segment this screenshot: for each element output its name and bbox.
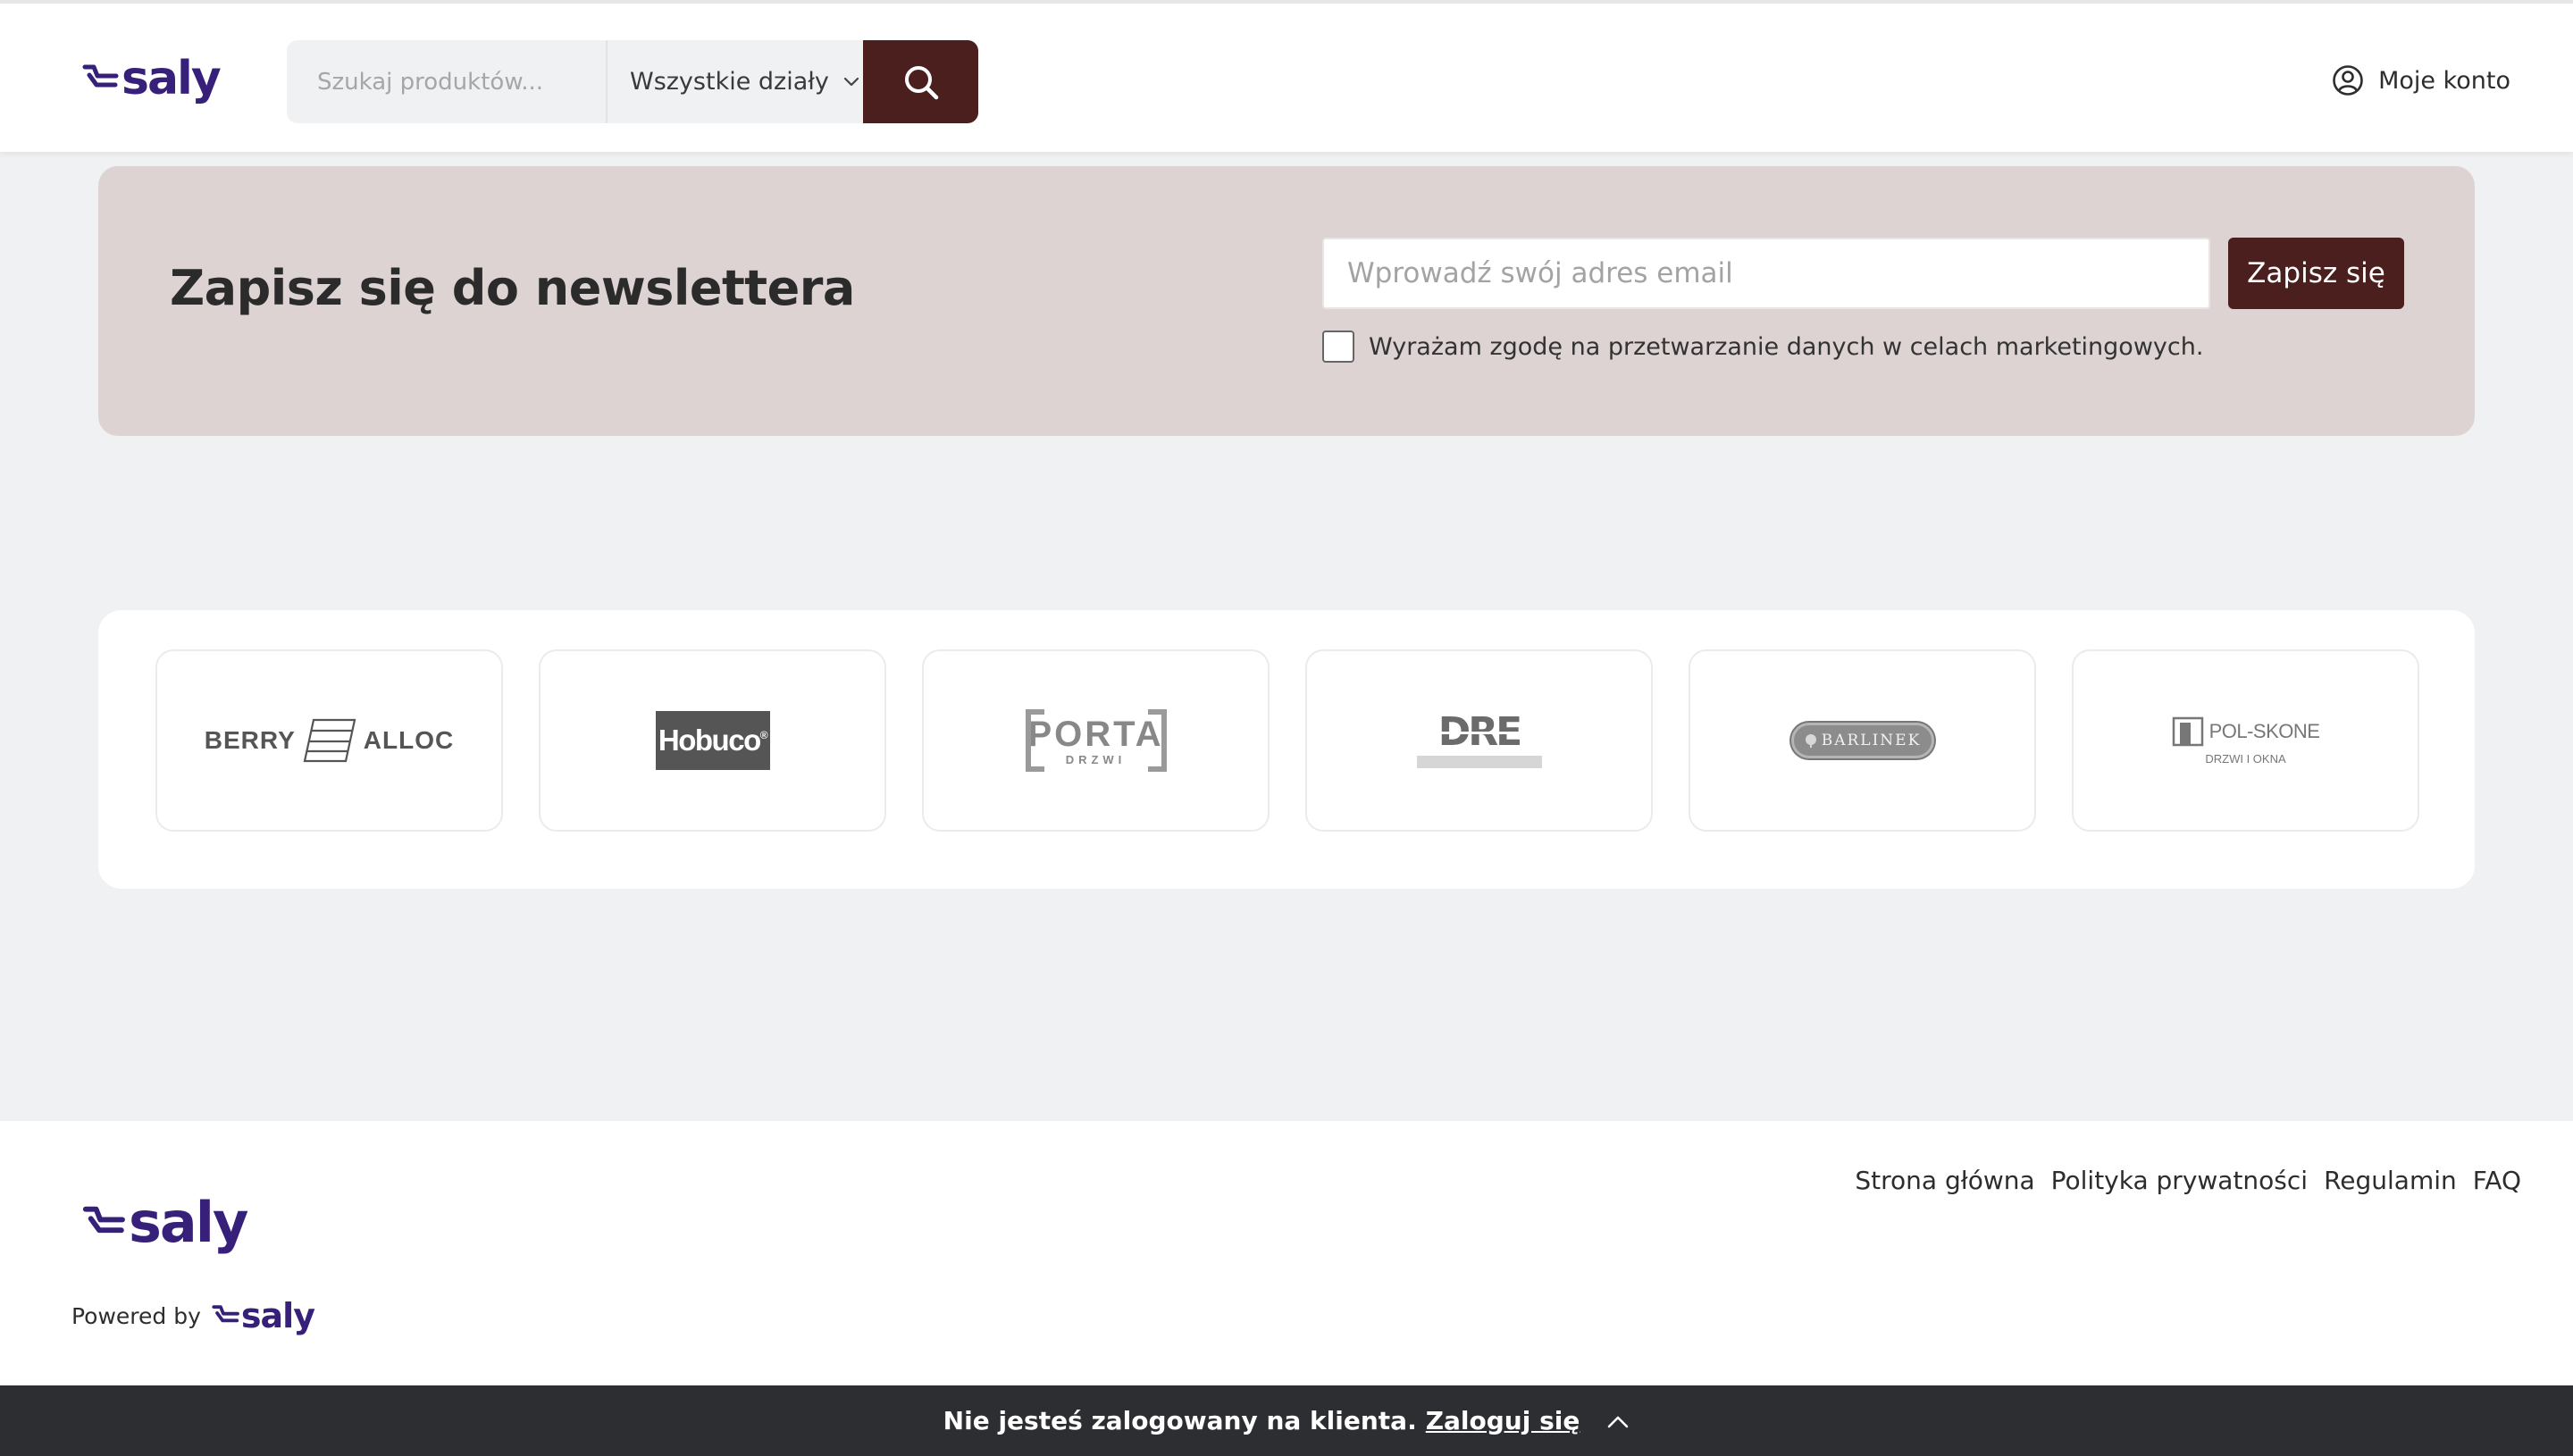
footer-logo-text: saly <box>129 1190 248 1255</box>
barlinek-tree-icon <box>1805 734 1816 748</box>
site-footer: saly Strona główna Polityka prywatności … <box>0 1121 2573 1385</box>
berry-alloc-logo: BERRY ALLOC <box>205 716 454 765</box>
saly-cart-icon <box>82 1206 125 1234</box>
site-header: saly Wszystkie działy Moje konto <box>0 0 2573 152</box>
dre-logo-bar <box>1416 756 1542 768</box>
search-bar: Wszystkie działy <box>287 40 978 123</box>
brand-card-porta[interactable]: PORTA DRZWI <box>922 649 1270 832</box>
berry-alloc-logo-text-2: ALLOC <box>363 726 455 754</box>
user-circle-icon <box>2333 65 2363 96</box>
chevron-down-icon <box>843 77 859 86</box>
brand-card-barlinek[interactable]: BARLINEK <box>1689 649 2036 832</box>
barlinek-logo-text: BARLINEK <box>1821 732 1922 749</box>
login-link[interactable]: Zaloguj się <box>1426 1406 1580 1435</box>
subscribe-button[interactable]: Zapisz się <box>2228 238 2404 309</box>
footer-link-privacy[interactable]: Polityka prywatności <box>2051 1166 2308 1195</box>
login-status-bar: Nie jesteś zalogowany na klienta. Zalogu… <box>0 1385 2573 1456</box>
saly-cart-icon <box>212 1305 239 1323</box>
berry-alloc-stripes-icon <box>303 718 356 763</box>
footer-link-terms[interactable]: Regulamin <box>2324 1166 2457 1195</box>
account-label: Moje konto <box>2378 66 2510 95</box>
search-button[interactable] <box>863 40 978 123</box>
pol-skone-logo: POL-SKONE DRZWI I OKNA <box>2172 716 2320 766</box>
pol-skone-logo-subtext: DRZWI I OKNA <box>2205 751 2286 766</box>
chevron-up-icon[interactable] <box>1606 1413 1630 1429</box>
brand-logos-section: BERRY ALLOC Hobuco ® PORTA DRZWI DRE BAR… <box>98 610 2475 889</box>
dre-logo: DRE <box>1416 709 1542 768</box>
brand-card-dre[interactable]: DRE <box>1305 649 1653 832</box>
consent-label: Wyrażam zgodę na przetwarzanie danych w … <box>1369 332 2204 361</box>
barlinek-logo: BARLINEK <box>1790 723 1934 758</box>
porta-logo: PORTA DRZWI <box>1025 709 1168 772</box>
porta-brackets-icon <box>1025 709 1167 772</box>
consent-checkbox[interactable] <box>1322 331 1354 363</box>
department-select-value: Wszystkie działy <box>630 68 829 96</box>
pol-skone-door-icon <box>2172 716 2203 746</box>
footer-link-home[interactable]: Strona główna <box>1855 1166 2034 1195</box>
search-input[interactable] <box>287 40 606 123</box>
marketing-consent: Wyrażam zgodę na przetwarzanie danych w … <box>1322 331 2203 363</box>
newsletter-title: Zapisz się do newslettera <box>170 260 855 316</box>
berry-alloc-logo-text-1: BERRY <box>204 726 296 754</box>
powered-by: Powered by saly <box>71 1296 315 1335</box>
powered-by-label: Powered by <box>71 1302 201 1329</box>
saly-cart-icon <box>82 64 119 88</box>
brand-card-berry-alloc[interactable]: BERRY ALLOC <box>155 649 503 832</box>
saly-logo-text: saly <box>122 52 222 105</box>
hobuco-logo: Hobuco ® <box>655 711 770 770</box>
footer-link-faq[interactable]: FAQ <box>2473 1166 2521 1195</box>
footer-nav: Strona główna Polityka prywatności Regul… <box>1855 1166 2521 1195</box>
brand-card-pol-skone[interactable]: POL-SKONE DRZWI I OKNA <box>2072 649 2419 832</box>
hobuco-logo-text: Hobuco <box>658 724 761 757</box>
powered-by-saly-logo[interactable]: saly <box>212 1296 315 1335</box>
login-status-message: Nie jesteś zalogowany na klienta. <box>943 1406 1417 1435</box>
search-icon <box>904 65 938 99</box>
newsletter-email-input[interactable] <box>1322 238 2210 309</box>
footer-saly-logo[interactable]: saly <box>82 1190 248 1255</box>
account-link[interactable]: Moje konto <box>2332 63 2510 98</box>
dre-logo-text: DRE <box>1437 709 1522 755</box>
pol-skone-logo-text: POL-SKONE <box>2208 719 2320 742</box>
powered-by-logo-text: saly <box>240 1296 315 1335</box>
brand-card-hobuco[interactable]: Hobuco ® <box>539 649 886 832</box>
saly-logo[interactable]: saly <box>82 52 222 105</box>
newsletter-section: Zapisz się do newslettera Zapisz się Wyr… <box>98 166 2475 436</box>
department-select[interactable]: Wszystkie działy <box>606 40 863 123</box>
